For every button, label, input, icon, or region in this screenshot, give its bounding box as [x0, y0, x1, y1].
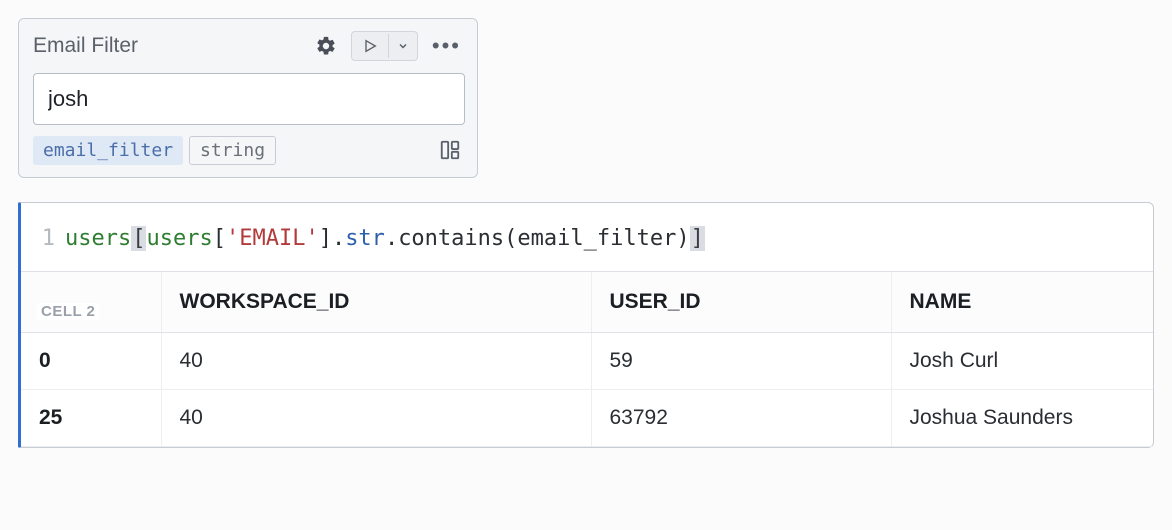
cell: 59: [591, 333, 891, 390]
table-header-row: WORKSPACE_ID USER_ID NAME: [21, 272, 1153, 333]
result-table: WORKSPACE_ID USER_ID NAME 0 40 59 Josh C…: [21, 271, 1153, 447]
cell: 63792: [591, 390, 891, 447]
column-header[interactable]: WORKSPACE_ID: [161, 272, 591, 333]
play-icon: [362, 38, 378, 54]
token: 'EMAIL': [226, 226, 319, 251]
layout-button[interactable]: [435, 135, 465, 165]
settings-button[interactable]: [311, 31, 341, 61]
chevron-down-icon: [397, 40, 409, 52]
code-area[interactable]: 1 users[users['EMAIL'].str.contains(emai…: [21, 203, 1153, 271]
variable-chip[interactable]: email_filter string: [33, 136, 276, 165]
token: [: [131, 226, 146, 251]
token: (: [504, 226, 517, 251]
table-row[interactable]: 0 40 59 Josh Curl: [21, 333, 1153, 390]
cell: 40: [161, 333, 591, 390]
row-index: 25: [21, 390, 161, 447]
code-content: users[users['EMAIL'].str.contains(email_…: [65, 225, 705, 253]
token: email_filter: [517, 226, 676, 251]
card-actions: •••: [311, 31, 465, 61]
token: [: [213, 226, 226, 251]
token: ]: [319, 226, 332, 251]
cell-label: CELL 2: [37, 303, 99, 320]
more-icon: •••: [432, 41, 461, 51]
column-header[interactable]: USER_ID: [591, 272, 891, 333]
cell: Joshua Saunders: [891, 390, 1153, 447]
variable-type: string: [189, 136, 276, 165]
run-button[interactable]: [352, 32, 388, 60]
layout-icon: [439, 139, 461, 161]
table-row[interactable]: 25 40 63792 Joshua Saunders: [21, 390, 1153, 447]
index-header[interactable]: [21, 272, 161, 333]
card-title: Email Filter: [33, 34, 138, 58]
cell: Josh Curl: [891, 333, 1153, 390]
line-number: 1: [31, 225, 65, 253]
gear-icon: [315, 35, 337, 57]
token: users: [65, 226, 131, 251]
token: ]: [690, 226, 705, 251]
variable-name: email_filter: [33, 136, 183, 165]
code-line: 1 users[users['EMAIL'].str.contains(emai…: [31, 225, 1143, 253]
run-button-group: [351, 31, 418, 61]
row-index: 0: [21, 333, 161, 390]
token: ): [676, 226, 689, 251]
cell: 40: [161, 390, 591, 447]
token: .: [385, 226, 398, 251]
more-button[interactable]: •••: [428, 37, 465, 55]
token: contains: [398, 226, 504, 251]
code-cell[interactable]: 1 users[users['EMAIL'].str.contains(emai…: [18, 202, 1154, 448]
card-header: Email Filter •••: [33, 31, 465, 61]
column-header[interactable]: NAME: [891, 272, 1153, 333]
run-dropdown-button[interactable]: [388, 34, 417, 58]
token: .: [332, 226, 345, 251]
email-filter-card: Email Filter •••: [18, 18, 478, 178]
token: users: [146, 226, 212, 251]
token: str: [345, 226, 385, 251]
card-footer: email_filter string: [33, 135, 465, 165]
email-filter-input[interactable]: [33, 73, 465, 125]
